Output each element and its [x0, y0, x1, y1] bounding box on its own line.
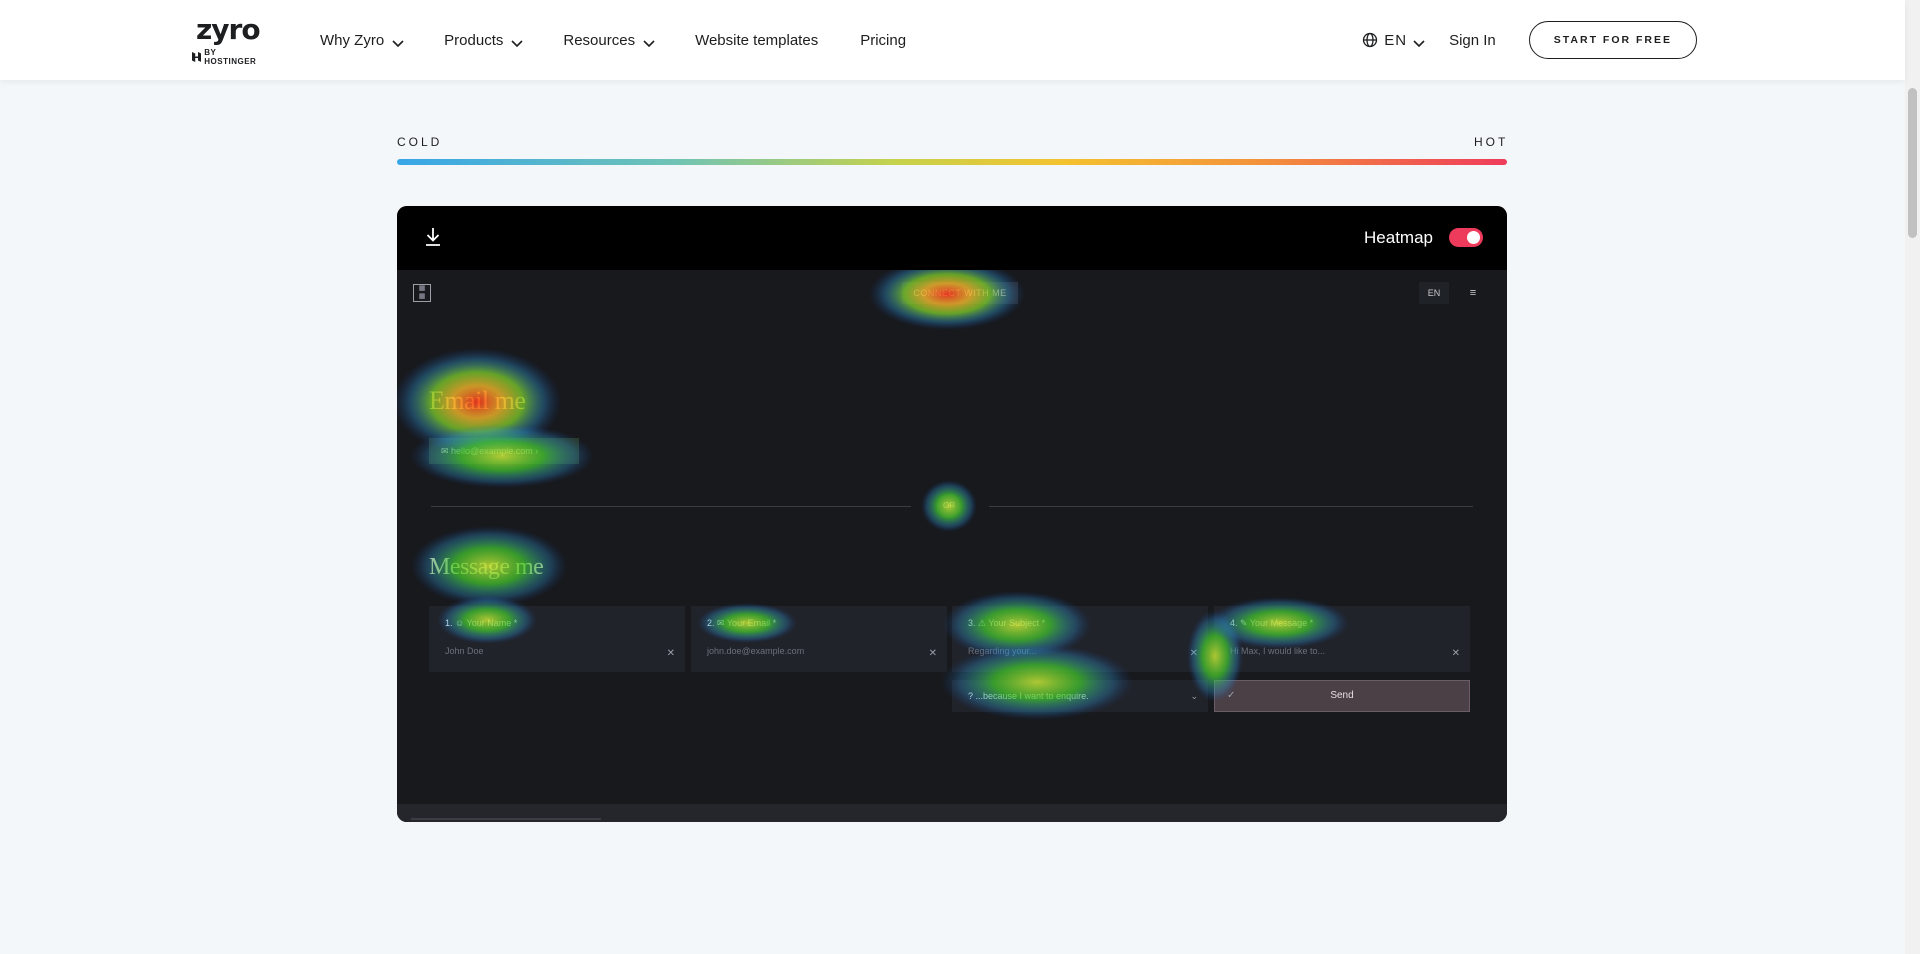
- field-label: 2. ✉ Your Email *: [707, 618, 777, 628]
- preview-toolbar: Heatmap: [397, 206, 1507, 270]
- nav-label: Why Zyro: [320, 31, 385, 49]
- legend-hot-label: HOT: [1474, 135, 1509, 149]
- logo-wordmark: zyro: [196, 13, 261, 46]
- language-selector[interactable]: EN: [1362, 31, 1425, 49]
- preview-scrollbar[interactable]: [397, 804, 1507, 822]
- name-field[interactable]: 1. ☺ Your Name * John Doe ✕: [429, 606, 685, 672]
- connect-button[interactable]: CONNECT WITH ME: [902, 282, 1018, 304]
- clear-icon[interactable]: ✕: [667, 648, 675, 659]
- field-label: 3. ⚠ Your Subject *: [968, 618, 1046, 628]
- heat-gradient-bar: [397, 159, 1507, 165]
- hostinger-icon: [192, 52, 202, 62]
- header-actions: EN Sign In START FOR FREE: [1362, 0, 1697, 80]
- site-header: zyro BY HOSTINGER Why Zyro Products Reso…: [0, 0, 1905, 80]
- field-placeholder: Hi Max, I would like to...: [1230, 646, 1326, 656]
- globe-icon: [1363, 32, 1378, 48]
- main-nav: Why Zyro Products Resources Website temp…: [320, 0, 948, 80]
- or-badge: OR: [937, 494, 961, 518]
- divider: [431, 506, 911, 507]
- chevron-down-icon: [511, 35, 523, 48]
- toggle-knob: [1467, 231, 1480, 244]
- chevron-down-icon: [643, 35, 655, 48]
- heatmap-overlay: [397, 270, 1349, 720]
- language-label: EN: [1384, 31, 1408, 49]
- clear-icon[interactable]: ✕: [1190, 648, 1198, 659]
- heatmap-toggle[interactable]: [1449, 228, 1483, 247]
- logo-byline: BY HOSTINGER: [192, 48, 266, 66]
- sign-in-link[interactable]: Sign In: [1449, 32, 1496, 49]
- email-link[interactable]: ✉ hello@example.com ›: [429, 438, 579, 464]
- nav-label: Website templates: [695, 31, 819, 49]
- heatmap-preview: Heatmap ▦ ▦ CONNECT WITH ME EN ≡ Email me…: [397, 206, 1507, 822]
- subject-field[interactable]: 3. ⚠ Your Subject * Regarding your... ✕: [952, 606, 1208, 672]
- heatmap-label: Heatmap: [1364, 228, 1433, 247]
- nav-label: Products: [444, 31, 504, 49]
- nav-item-why-zyro[interactable]: Why Zyro: [320, 31, 404, 49]
- zyro-logo[interactable]: zyro BY HOSTINGER: [192, 13, 266, 66]
- site-logo-icon: ▦ ▦: [413, 284, 431, 302]
- nav-item-resources[interactable]: Resources: [563, 31, 655, 49]
- message-heading: Message me: [429, 554, 544, 580]
- page-scrollbar[interactable]: [1905, 0, 1920, 954]
- field-placeholder: John Doe: [445, 646, 484, 656]
- field-label: 1. ☺ Your Name *: [445, 618, 518, 628]
- nav-item-products[interactable]: Products: [444, 31, 523, 49]
- message-field[interactable]: 4. ✎ Your Message * Hi Max, I would like…: [1214, 606, 1470, 672]
- hamburger-icon[interactable]: ≡: [1465, 282, 1481, 304]
- preview-scroll-thumb[interactable]: [411, 818, 601, 820]
- chevron-down-icon: [392, 35, 404, 48]
- legend-cold-label: COLD: [397, 135, 443, 149]
- site-language[interactable]: EN: [1419, 282, 1449, 304]
- field-placeholder: john.doe@example.com: [707, 646, 805, 656]
- subject-select[interactable]: ? ...because I want to enquire. ⌄: [952, 680, 1208, 712]
- subject-select-value: ? ...because I want to enquire.: [968, 691, 1089, 701]
- chevron-down-icon: [1413, 35, 1425, 48]
- divider: [989, 506, 1473, 507]
- field-label: 4. ✎ Your Message *: [1230, 618, 1314, 628]
- email-field[interactable]: 2. ✉ Your Email * john.doe@example.com ✕: [691, 606, 947, 672]
- clear-icon[interactable]: ✕: [1452, 648, 1460, 659]
- logo-byline-text: BY HOSTINGER: [204, 48, 257, 66]
- chevron-down-icon: ⌄: [1190, 691, 1198, 701]
- field-placeholder: Regarding your...: [968, 646, 1037, 656]
- download-icon[interactable]: [423, 226, 443, 248]
- nav-label: Resources: [563, 31, 636, 49]
- preview-site: ▦ ▦ CONNECT WITH ME EN ≡ Email me ✉ hello…: [397, 270, 1507, 822]
- nav-label: Pricing: [860, 31, 907, 49]
- send-label: Send: [1330, 690, 1354, 701]
- scrollbar-thumb[interactable]: [1908, 88, 1917, 238]
- clear-icon[interactable]: ✕: [929, 648, 937, 659]
- start-for-free-button[interactable]: START FOR FREE: [1528, 21, 1697, 59]
- email-heading: Email me: [429, 386, 526, 415]
- send-button[interactable]: ✓ Send: [1214, 680, 1470, 712]
- nav-item-website-templates[interactable]: Website templates: [695, 32, 818, 49]
- check-icon: ✓: [1227, 690, 1236, 701]
- nav-item-pricing[interactable]: Pricing: [860, 32, 906, 49]
